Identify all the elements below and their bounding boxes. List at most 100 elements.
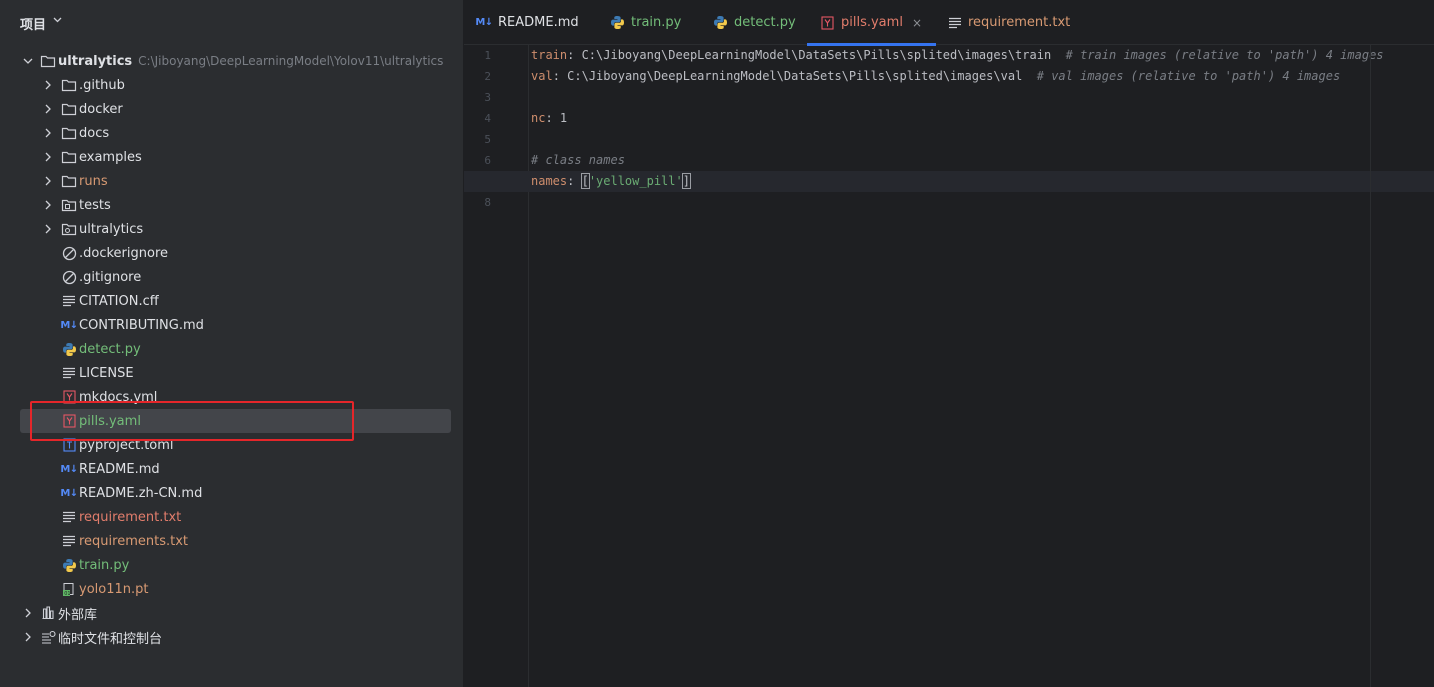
folder-icon [61, 149, 77, 165]
tree-item-label: pyproject.toml [79, 437, 174, 453]
editor-tab[interactable]: train.py [597, 0, 701, 45]
tree-row-external-libraries[interactable]: 外部库 [0, 601, 463, 625]
code-line-2[interactable]: val: C:\Jiboyang\DeepLearningModel\DataS… [531, 66, 1434, 87]
external-libraries-label: 外部库 [58, 607, 98, 623]
text-file-icon [61, 509, 77, 525]
folder-icon [61, 77, 77, 93]
line-number: 8 [484, 196, 491, 209]
yaml-string: 'yellow_pill' [588, 174, 683, 188]
tree-row-folder[interactable]: ultralytics [0, 217, 463, 241]
code-line-8[interactable] [531, 192, 1434, 213]
folder-icon [61, 125, 77, 141]
tree-item-label: yolo11n.pt [79, 581, 149, 597]
yaml-value: C:\Jiboyang\DeepLearningModel\DataSets\P… [567, 69, 1023, 83]
tree-row-folder[interactable]: tests [0, 193, 463, 217]
editor-tab-bar: M↓ README.md train.py detect.py pills.yaml × r… [464, 0, 1434, 46]
tree-item-label: LICENSE [79, 365, 134, 381]
editor-tab[interactable]: pills.yaml × [807, 0, 936, 46]
markdown-file-icon: M↓ [475, 17, 493, 28]
chevron-down-icon[interactable] [23, 56, 33, 66]
line-number: 4 [484, 112, 491, 125]
tree-row-file[interactable]: M↓ README.zh-CN.md [0, 481, 463, 505]
tree-row-file[interactable]: LICENSE [0, 361, 463, 385]
tree-row-root[interactable]: ultralytics C:\Jiboyang\DeepLearningMode… [0, 49, 463, 73]
code-line-4[interactable]: nc: 1 [531, 108, 1434, 129]
tree-item-label: detect.py [79, 341, 141, 357]
editor-tab[interactable]: requirement.txt [936, 0, 1070, 45]
tree-row-file[interactable]: 01 yolo11n.pt [0, 577, 463, 601]
chevron-right-icon[interactable] [43, 224, 53, 234]
gutter-divider [528, 45, 529, 687]
tree-row-scratches[interactable]: 临时文件和控制台 [0, 625, 463, 649]
markdown-file-icon: M↓ [60, 463, 78, 475]
tree-item-label: docs [79, 125, 110, 141]
library-icon [40, 605, 56, 621]
tab-label: detect.py [734, 15, 796, 30]
tree-row-file[interactable]: detect.py [0, 337, 463, 361]
code-line-1[interactable]: train: C:\Jiboyang\DeepLearningModel\Dat… [531, 45, 1434, 66]
project-title[interactable]: 项目 [20, 14, 46, 33]
yaml-key: train [531, 48, 568, 62]
tree-row-file[interactable]: M↓ CONTRIBUTING.md [0, 313, 463, 337]
tree-row-file[interactable]: pills.yaml [0, 409, 463, 433]
code-line-5[interactable] [531, 129, 1434, 150]
project-header[interactable]: 项目 [0, 0, 463, 46]
tree-item-label: CITATION.cff [79, 293, 159, 309]
tree-item-label: mkdocs.yml [79, 389, 158, 405]
chevron-right-icon[interactable] [43, 128, 53, 138]
yaml-comment: # train images (relative to 'path') 4 im… [1065, 48, 1384, 62]
tree-row-file[interactable]: requirement.txt [0, 505, 463, 529]
chevron-right-icon[interactable] [43, 200, 53, 210]
project-tree: ultralytics C:\Jiboyang\DeepLearningMode… [0, 49, 463, 649]
code-line-3[interactable] [531, 87, 1434, 108]
tree-item-label: ultralytics [79, 221, 144, 237]
yaml-file-icon [819, 15, 835, 31]
chevron-down-icon[interactable] [53, 17, 62, 25]
code-view[interactable]: train: C:\Jiboyang\DeepLearningModel\Dat… [464, 45, 1434, 213]
yaml-value: 1 [559, 111, 568, 125]
binary-file-icon: 01 [61, 581, 77, 597]
tree-row-file[interactable]: .dockerignore [0, 241, 463, 265]
folder-icon [40, 53, 56, 69]
tree-row-folder[interactable]: runs [0, 169, 463, 193]
chevron-right-icon[interactable] [43, 152, 53, 162]
text-file-icon [61, 533, 77, 549]
code-line-7[interactable]: names: ['yellow_pill'] [464, 171, 1434, 192]
tree-row-file[interactable]: CITATION.cff [0, 289, 463, 313]
tree-item-label: CONTRIBUTING.md [79, 317, 204, 333]
chevron-right-icon[interactable] [43, 80, 53, 90]
tree-row-file[interactable]: M↓ README.md [0, 457, 463, 481]
yaml-key: nc [531, 111, 546, 125]
folder-icon [61, 173, 77, 189]
tree-row-folder[interactable]: docs [0, 121, 463, 145]
chevron-right-icon[interactable] [23, 632, 33, 642]
scratches-label: 临时文件和控制台 [58, 631, 163, 647]
tree-row-file[interactable]: pyproject.toml [0, 433, 463, 457]
tree-row-folder[interactable]: .github [0, 73, 463, 97]
tree-row-folder[interactable]: examples [0, 145, 463, 169]
code-line-6[interactable]: # class names [531, 150, 1434, 171]
toml-file-icon [61, 437, 77, 453]
markdown-file-icon: M↓ [60, 487, 78, 499]
close-icon[interactable]: × [912, 16, 922, 30]
folder-icon [61, 101, 77, 117]
chevron-right-icon[interactable] [43, 104, 53, 114]
line-number: 5 [484, 133, 491, 146]
tree-root-path: C:\Jiboyang\DeepLearningModel\Yolov11\ul… [138, 54, 444, 68]
tree-row-file[interactable]: .gitignore [0, 265, 463, 289]
tree-row-file[interactable]: mkdocs.yml [0, 385, 463, 409]
tab-label: pills.yaml [841, 15, 903, 30]
tree-row-folder[interactable]: docker [0, 97, 463, 121]
editor-tab[interactable]: detect.py [701, 0, 807, 45]
tree-row-file[interactable]: train.py [0, 553, 463, 577]
chevron-right-icon[interactable] [23, 608, 33, 618]
test-folder-icon [61, 197, 77, 213]
yaml-comment: # class names [531, 153, 625, 167]
right-margin-guide [1370, 45, 1371, 687]
markdown-file-icon: M↓ [60, 319, 78, 331]
tree-row-file[interactable]: requirements.txt [0, 529, 463, 553]
editor-tab[interactable]: M↓ README.md [464, 0, 597, 45]
tree-root-label: ultralytics [58, 53, 133, 69]
chevron-right-icon[interactable] [43, 176, 53, 186]
text-file-icon [948, 15, 962, 31]
